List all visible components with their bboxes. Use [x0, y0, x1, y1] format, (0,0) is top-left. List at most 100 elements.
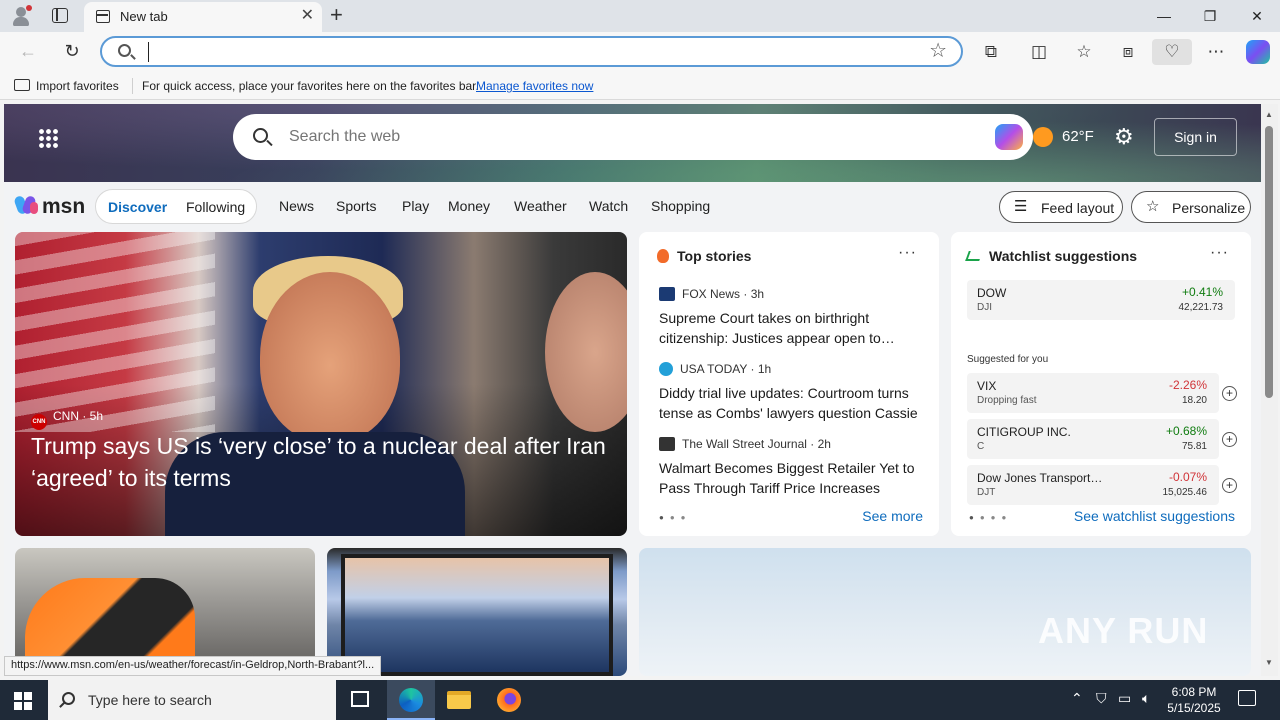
stock-row[interactable]: VIX Dropping fast -2.26% 18.20 + [967, 373, 1237, 413]
manage-favorites-link[interactable]: Manage favorites now [476, 79, 593, 93]
story-item[interactable]: FOX News · 3h Supreme Court takes on bir… [659, 287, 929, 348]
page-scrollbar[interactable]: ▲ ▼ [1261, 104, 1278, 676]
copilot-search-icon[interactable] [995, 124, 1023, 150]
add-to-watchlist-icon[interactable]: + [1222, 386, 1237, 401]
category-play[interactable]: Play [402, 198, 429, 214]
wsj-icon [659, 437, 675, 451]
close-window-button[interactable]: ✕ [1234, 0, 1280, 32]
category-sports[interactable]: Sports [336, 198, 376, 214]
split-screen-icon[interactable]: ◫ [1025, 39, 1053, 65]
taskbar-search[interactable]: Type here to search [48, 680, 336, 720]
volume-icon[interactable]: 🔈︎ [1142, 690, 1150, 707]
tab-discover[interactable]: Discover [108, 199, 167, 215]
import-favorites-button[interactable]: Import favorites [14, 79, 119, 93]
security-icon[interactable]: ⛉ [1096, 690, 1107, 707]
favorites-bar-message: For quick access, place your favorites h… [142, 79, 479, 93]
sign-in-button[interactable]: Sign in [1154, 118, 1237, 156]
edge-taskbar-button[interactable] [387, 680, 435, 720]
category-weather[interactable]: Weather [514, 198, 567, 214]
sliders-icon: ☰ [1014, 198, 1028, 215]
restore-button[interactable]: ❐ [1187, 0, 1233, 32]
tab-new-tab[interactable]: New tab ✕ [84, 2, 322, 32]
scroll-up-icon[interactable]: ▲ [1265, 110, 1273, 119]
stock-row[interactable]: CITIGROUP INC. C +0.68% 75.81 + [967, 419, 1237, 459]
task-view-button[interactable] [336, 680, 384, 720]
notification-icon[interactable] [1238, 690, 1256, 706]
collections-icon[interactable]: ⧈ [1114, 39, 1142, 65]
title-bar: New tab ✕ + — ❐ ✕ [0, 0, 1280, 32]
web-search-input[interactable] [289, 126, 969, 148]
new-tab-page-icon [96, 10, 110, 23]
msn-subnav: msn Discover Following News Sports Play … [4, 182, 1261, 232]
search-icon [253, 128, 268, 143]
carousel-pager[interactable]: ●●● [659, 513, 692, 522]
refresh-icon[interactable]: ↻ [60, 40, 84, 64]
system-clock[interactable]: 6:08 PM 5/15/2025 [1164, 684, 1224, 716]
add-to-watchlist-icon[interactable]: + [1222, 478, 1237, 493]
story-title[interactable]: Supreme Court takes on birthright citize… [659, 308, 929, 348]
usa-today-icon [659, 362, 673, 376]
windows-start-icon[interactable] [14, 692, 32, 710]
carousel-pager[interactable]: ●●●● [969, 513, 1012, 522]
stock-change: -0.07% [1168, 470, 1207, 484]
see-watchlist-link[interactable]: See watchlist suggestions [1074, 508, 1235, 524]
category-money[interactable]: Money [448, 198, 490, 214]
stock-change: +0.41% [1181, 285, 1223, 299]
hero-headline[interactable]: Trump says US is ‘very close’ to a nucle… [31, 430, 611, 494]
add-to-watchlist-icon[interactable]: + [1222, 432, 1237, 447]
extensions-icon[interactable]: ⧉ [977, 39, 1005, 65]
firefox-button[interactable] [485, 680, 533, 720]
gear-icon[interactable]: ⚙ [1114, 125, 1134, 149]
story-item[interactable]: The Wall Street Journal · 2h Walmart Bec… [659, 437, 929, 498]
web-search-box[interactable] [233, 114, 1033, 160]
folder-icon [447, 691, 471, 709]
new-tab-plus-icon[interactable]: + [330, 3, 343, 27]
stock-name: DOW [977, 286, 1007, 300]
msn-logo-text: msn [42, 195, 86, 218]
top-stories-heading: Top stories [657, 248, 751, 264]
chevron-up-icon[interactable]: ⌃ [1071, 690, 1083, 707]
status-bar-url: https://www.msn.com/en-us/weather/foreca… [4, 656, 382, 676]
more-options-icon[interactable]: ··· [898, 244, 917, 262]
stock-row-dow[interactable]: DOW DJI +0.41% 42,221.73 [967, 280, 1235, 320]
weather-temperature[interactable]: 62°F [1062, 128, 1094, 145]
more-options-icon[interactable]: ··· [1210, 244, 1229, 262]
address-input[interactable] [148, 42, 908, 62]
network-icon[interactable]: ▭ [1118, 690, 1131, 707]
profile-icon[interactable] [10, 5, 32, 27]
tab-following[interactable]: Following [186, 199, 245, 215]
story-title[interactable]: Walmart Becomes Biggest Retailer Yet to … [659, 458, 929, 498]
browser-essentials-icon[interactable]: ♡ [1152, 39, 1192, 65]
taskbar-search-placeholder: Type here to search [88, 692, 212, 708]
stock-row[interactable]: Dow Jones Transport… DJT -0.07% 15,025.4… [967, 465, 1237, 505]
scroll-down-icon[interactable]: ▼ [1265, 658, 1273, 667]
star-outline-icon: ☆ [1146, 198, 1160, 215]
stock-price: 75.81 [1181, 441, 1207, 452]
tab-actions-icon[interactable] [52, 8, 68, 23]
minimize-button[interactable]: — [1141, 0, 1187, 32]
scroll-thumb[interactable] [1265, 126, 1273, 398]
close-tab-icon[interactable]: ✕ [301, 7, 314, 25]
favorites-icon[interactable]: ☆ [1070, 39, 1098, 65]
story-item[interactable]: USA TODAY · 1h Diddy trial live updates:… [659, 362, 929, 423]
copilot-icon[interactable] [1246, 40, 1270, 64]
favorite-star-icon[interactable]: ☆ [929, 40, 947, 62]
task-view-icon [351, 691, 369, 707]
category-news[interactable]: News [279, 198, 314, 214]
msn-logo[interactable]: msn [13, 192, 86, 220]
app-launcher-icon[interactable] [38, 128, 58, 148]
address-bar[interactable]: ☆ [100, 36, 963, 67]
more-menu-icon[interactable]: ⋯ [1202, 39, 1230, 65]
stock-name: Dow Jones Transport… [977, 471, 1103, 485]
hero-story-card[interactable]: CNN CNN · 5h Trump says US is ‘very close… [15, 232, 627, 536]
story-title[interactable]: Diddy trial live updates: Courtroom turn… [659, 383, 929, 423]
feed-layout-button[interactable]: ☰ Feed layout [999, 191, 1123, 223]
sun-icon[interactable] [1033, 127, 1053, 147]
back-arrow-icon[interactable]: ← [16, 40, 40, 64]
file-explorer-button[interactable] [435, 680, 483, 720]
personalize-button[interactable]: ☆ Personalize [1131, 191, 1251, 223]
category-watch[interactable]: Watch [589, 198, 628, 214]
category-shopping[interactable]: Shopping [651, 198, 710, 214]
search-icon [62, 692, 75, 705]
see-more-link[interactable]: See more [862, 508, 923, 524]
